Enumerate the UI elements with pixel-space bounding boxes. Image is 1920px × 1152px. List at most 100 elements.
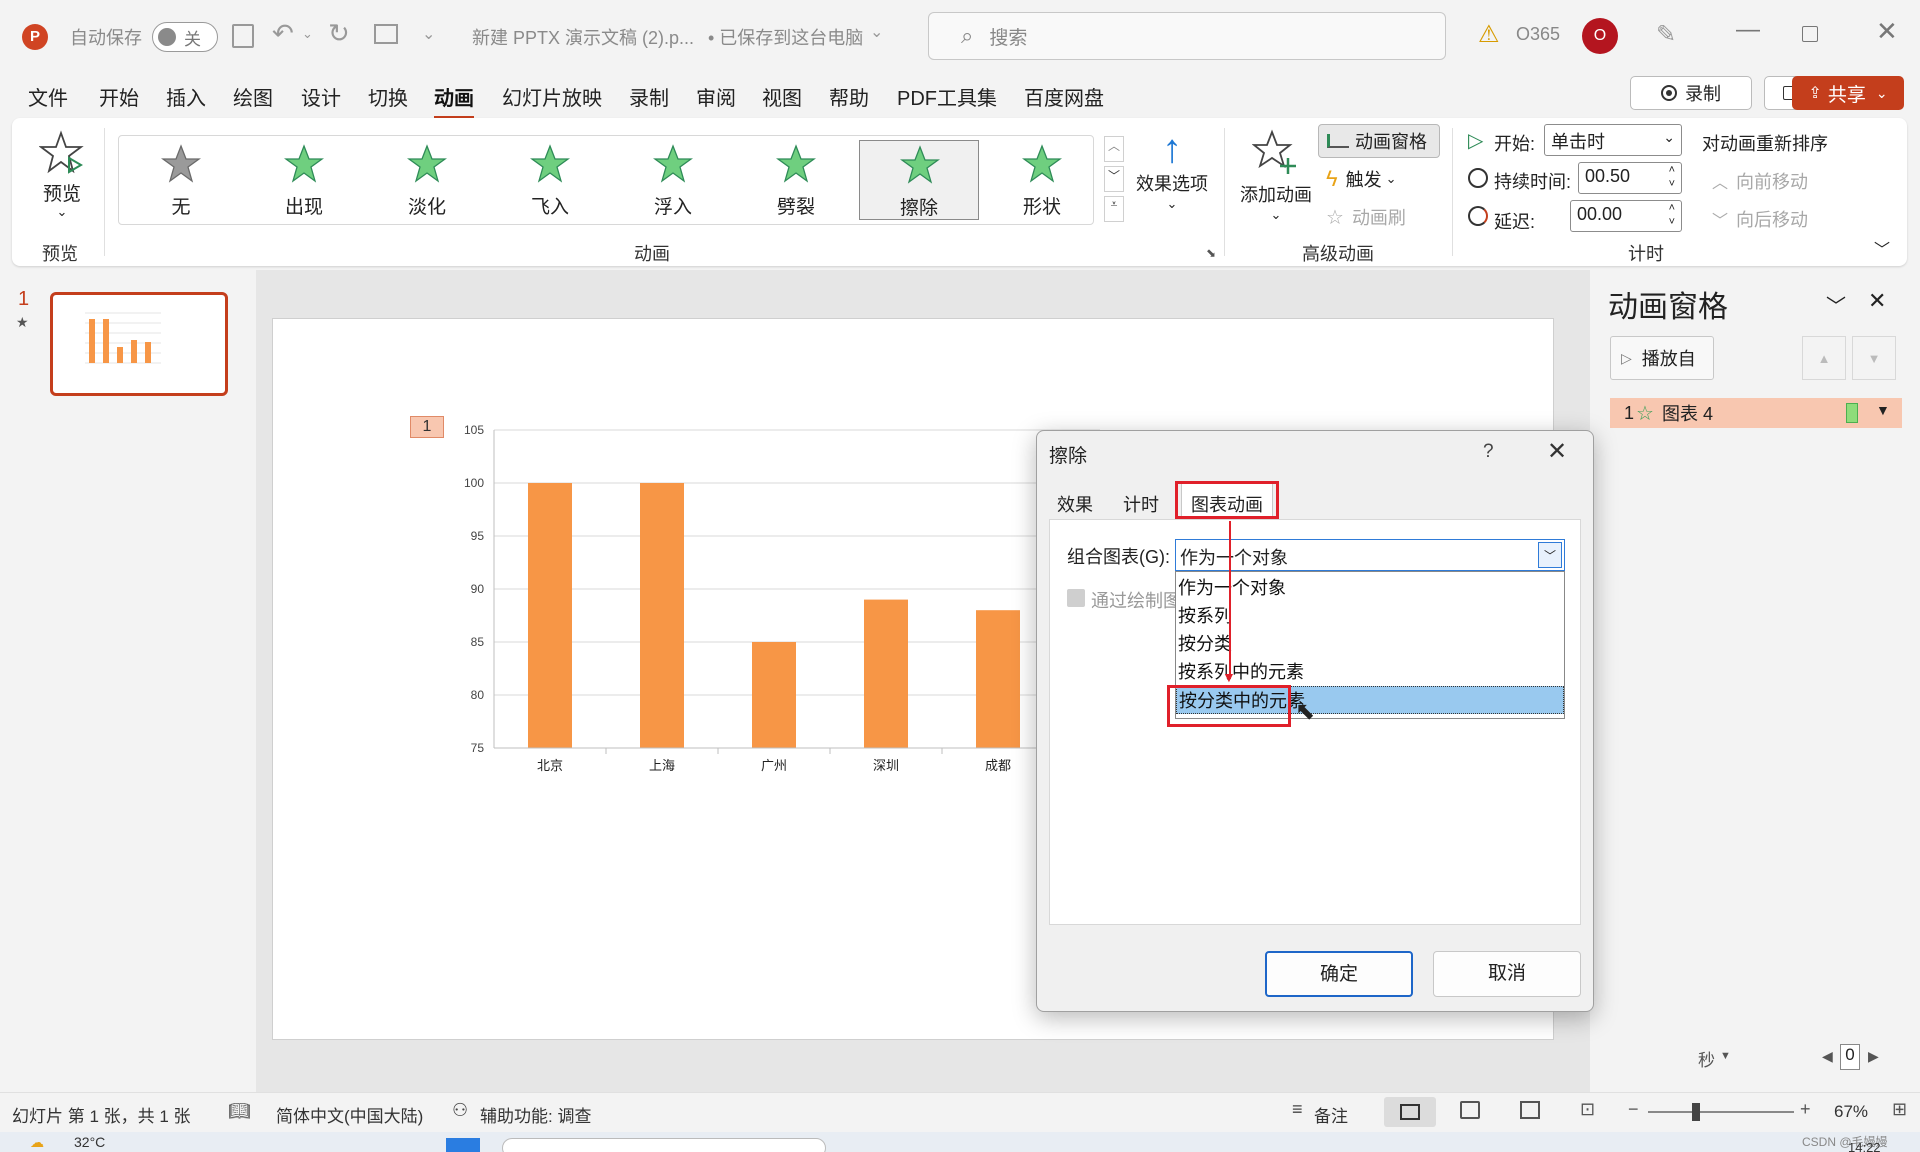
record-button[interactable]: 录制 — [1630, 76, 1752, 110]
zoom-slider[interactable] — [1648, 1111, 1794, 1113]
spellcheck-icon[interactable]: 📖︎ — [228, 1101, 251, 1122]
animation-wipe[interactable]: 擦除 — [859, 140, 979, 220]
minimize-icon[interactable]: — — [1736, 16, 1760, 44]
scroll-right-icon[interactable]: ▶ — [1868, 1048, 1879, 1065]
accessibility-icon[interactable]: ⚇ — [452, 1100, 468, 1121]
group-chart-select[interactable]: 作为一个对象 ﹀ — [1175, 539, 1565, 571]
chevron-down-icon[interactable]: ﹀ — [1826, 290, 1846, 319]
help-button[interactable]: ? — [1483, 441, 1494, 463]
bar-2[interactable] — [752, 642, 796, 748]
move-earlier-button[interactable]: ︿ 向前移动 — [1712, 168, 1808, 194]
effect-options-button[interactable]: ↑ 效果选项 ⌄ — [1134, 128, 1210, 224]
bar-0[interactable] — [528, 483, 572, 748]
slide-thumbnail[interactable] — [50, 292, 228, 396]
gallery-scroll-up[interactable]: ︿ — [1104, 136, 1124, 162]
bar-chart[interactable]: 75 80 85 90 95 100 105 北京 上海 广州 深圳 成都 — [440, 420, 1100, 820]
weather-icon[interactable]: ☁ — [30, 1134, 44, 1151]
draw-background-checkbox[interactable] — [1067, 589, 1085, 607]
start-icon[interactable] — [446, 1138, 480, 1152]
close-icon[interactable]: ✕ — [1547, 437, 1567, 466]
save-icon[interactable] — [232, 24, 254, 48]
notes-button[interactable]: 备注 — [1314, 1102, 1348, 1127]
zoom-slider-thumb[interactable] — [1692, 1103, 1700, 1121]
bar-4[interactable] — [976, 610, 1020, 748]
avatar[interactable]: O — [1582, 18, 1618, 54]
menu-draw[interactable]: 绘图 — [233, 82, 273, 111]
animation-fade[interactable]: 淡化 — [367, 140, 487, 220]
normal-view-button[interactable] — [1384, 1097, 1436, 1127]
collapse-ribbon-icon[interactable]: ﹀ — [1874, 236, 1890, 260]
trigger-button[interactable]: ϟ 触发 ⌄ — [1326, 166, 1397, 192]
save-status[interactable]: • 已保存到这台电脑 — [708, 24, 863, 50]
share-button[interactable]: ⇪ 共享 ⌄ — [1792, 76, 1904, 110]
weather-temp[interactable]: 32°C — [74, 1134, 105, 1150]
dropdown-option[interactable]: 按系列 — [1176, 602, 1564, 630]
slideshow-icon[interactable]: ⊡ — [1580, 1099, 1595, 1120]
move-down-button[interactable]: ▼ — [1852, 336, 1896, 380]
autosave-toggle[interactable]: 关 — [152, 22, 218, 52]
language[interactable]: 简体中文(中国大陆) — [276, 1102, 423, 1127]
menu-baidu-netdisk[interactable]: 百度网盘 — [1024, 82, 1104, 111]
menu-insert[interactable]: 插入 — [166, 82, 206, 111]
chevron-down-icon[interactable]: ▼ — [1876, 402, 1890, 418]
bar-3[interactable] — [864, 599, 908, 748]
menu-review[interactable]: 审阅 — [696, 82, 736, 111]
reading-view-icon[interactable] — [1520, 1101, 1540, 1119]
menu-design[interactable]: 设计 — [301, 82, 341, 111]
accessibility-status[interactable]: 辅助功能: 调查 — [480, 1102, 591, 1127]
scroll-left-icon[interactable]: ◀ — [1822, 1048, 1833, 1065]
close-icon[interactable]: ✕ — [1876, 16, 1898, 47]
warning-icon[interactable]: ⚠ — [1478, 20, 1500, 49]
chevron-down-icon[interactable]: ▼ — [1720, 1050, 1731, 1062]
search-input[interactable]: 搜索 — [989, 23, 1027, 50]
dialog-launcher-icon[interactable]: ⬊ — [1206, 246, 1216, 260]
gallery-more[interactable]: ⩡ — [1104, 196, 1124, 222]
bar-1[interactable] — [640, 483, 684, 748]
preview-button[interactable]: 预览 ⌄ — [30, 128, 94, 224]
customize-qat-icon[interactable]: ⌄ — [422, 24, 435, 44]
start-select[interactable]: 单击时 ⌄ — [1544, 124, 1682, 156]
animation-split[interactable]: 劈裂 — [736, 140, 856, 220]
dropdown-option[interactable]: 按分类 — [1176, 630, 1564, 658]
search-box[interactable]: ⌕ 搜索 — [928, 12, 1446, 60]
cancel-button[interactable]: 取消 — [1433, 951, 1581, 997]
menu-help[interactable]: 帮助 — [829, 82, 869, 111]
pen-icon[interactable]: ✎ — [1656, 20, 1676, 49]
animation-shape[interactable]: 形状 — [982, 140, 1102, 220]
restore-icon[interactable] — [1802, 26, 1818, 42]
seconds-label[interactable]: 秒 — [1698, 1046, 1715, 1071]
clock-time[interactable]: 14:22 — [1848, 1140, 1881, 1152]
present-icon[interactable] — [374, 24, 398, 44]
menu-pdf-tools[interactable]: PDF工具集 — [897, 82, 997, 111]
menu-file[interactable]: 文件 — [28, 82, 68, 111]
menu-record[interactable]: 录制 — [629, 82, 669, 111]
animation-appear[interactable]: 出现 — [244, 140, 364, 220]
animation-float-in[interactable]: 浮入 — [613, 140, 733, 220]
redo-icon[interactable]: ↻ — [328, 18, 350, 49]
menu-home[interactable]: 开始 — [99, 82, 139, 111]
animation-list-item[interactable]: 1 ☆ 图表 4 ▼ — [1610, 398, 1902, 428]
delay-spinner[interactable]: 00.00 ˄ ˅ — [1570, 200, 1682, 232]
account-label[interactable]: O365 — [1516, 24, 1560, 45]
chevron-down-icon[interactable]: ⌄ — [870, 22, 883, 42]
close-icon[interactable]: ✕ — [1868, 288, 1886, 314]
animation-painter-button[interactable]: ☆ 动画刷 — [1326, 204, 1406, 230]
chevron-down-icon[interactable]: ⌄ — [302, 26, 313, 42]
duration-spinner[interactable]: 00.50 ˄ ˅ — [1578, 162, 1682, 194]
zoom-level[interactable]: 67% — [1834, 1102, 1868, 1122]
animation-pane-button[interactable]: 动画窗格 — [1318, 124, 1440, 158]
taskbar-search[interactable] — [502, 1138, 826, 1152]
zoom-in-icon[interactable]: + — [1800, 1099, 1811, 1120]
gallery-scroll-down[interactable]: ﹀ — [1104, 166, 1124, 192]
dropdown-option[interactable]: 作为一个对象 — [1176, 574, 1564, 602]
menu-view[interactable]: 视图 — [762, 82, 802, 111]
move-up-button[interactable]: ▲ — [1802, 336, 1846, 380]
animation-none[interactable]: 无 — [121, 140, 241, 220]
tab-timing[interactable]: 计时 — [1123, 491, 1159, 517]
document-title[interactable]: 新建 PPTX 演示文稿 (2).p... — [472, 24, 694, 50]
animation-fly-in[interactable]: 飞入 — [490, 140, 610, 220]
notes-icon[interactable]: ≡ — [1292, 1099, 1303, 1120]
undo-icon[interactable]: ↶ — [272, 18, 294, 49]
fit-to-window-icon[interactable]: ⊞ — [1892, 1099, 1907, 1120]
menu-transitions[interactable]: 切换 — [368, 82, 408, 111]
